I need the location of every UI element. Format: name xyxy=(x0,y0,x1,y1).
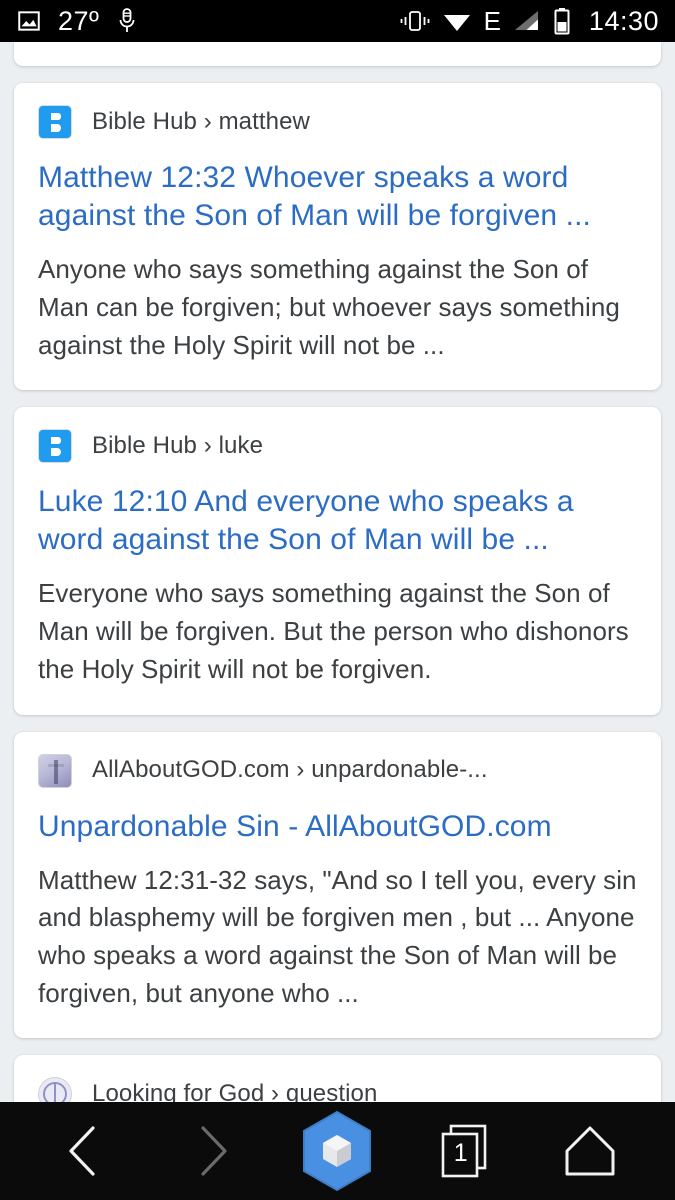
breadcrumb: Bible Hub › matthew xyxy=(92,107,310,135)
result-snippet: Matthew 12:31-32 says, "And so I tell yo… xyxy=(38,864,637,1008)
result-card-partial-top[interactable] xyxy=(14,42,661,66)
result-source-row[interactable]: AllAboutGOD.com › unpardonable-... xyxy=(38,753,637,788)
breadcrumb: Bible Hub › luke xyxy=(92,431,264,459)
edge-network-icon: E xyxy=(483,6,501,36)
result-source-row[interactable]: Looking for God › question xyxy=(38,1077,637,1102)
allaboutgod-favicon xyxy=(38,753,72,788)
phone-screen: 27º E 14:30 Bible Hub › matthew Matthew … xyxy=(0,0,675,1200)
result-card[interactable]: AllAboutGOD.com › unpardonable-... Unpar… xyxy=(14,731,661,1039)
result-card[interactable]: Bible Hub › matthew Matthew 12:32 Whoeve… xyxy=(14,83,661,391)
result-source-row[interactable]: Bible Hub › luke xyxy=(38,429,637,464)
browser-logo[interactable] xyxy=(291,1105,383,1197)
result-card[interactable]: Bible Hub › luke Luke 12:10 And everyone… xyxy=(14,407,661,715)
result-snippet: Everyone who says something against the … xyxy=(38,578,629,684)
result-title-link[interactable]: Unpardonable Sin - AllAboutGOD.com xyxy=(38,808,637,846)
forward-button[interactable] xyxy=(165,1105,257,1197)
result-source-row[interactable]: Bible Hub › matthew xyxy=(38,105,637,139)
result-snippet: Anyone who says something against the So… xyxy=(38,254,620,360)
result-title-link[interactable]: Matthew 12:32 Whoever speaks a word agai… xyxy=(38,159,637,235)
battery-icon xyxy=(553,7,571,35)
breadcrumb: Looking for God › question xyxy=(92,1079,378,1102)
tabs-button[interactable]: 1 xyxy=(418,1105,510,1197)
result-title-link[interactable]: Luke 12:10 And everyone who speaks a wor… xyxy=(38,483,637,559)
result-card-partial-bottom[interactable]: Looking for God › question xyxy=(14,1055,661,1102)
status-bar-right: E 14:30 xyxy=(400,6,659,37)
biblehub-favicon xyxy=(38,429,72,464)
gallery-icon xyxy=(16,8,42,34)
clock-label: 14:30 xyxy=(588,5,659,36)
status-bar: 27º E 14:30 xyxy=(0,0,675,42)
lookingforgod-favicon xyxy=(38,1077,72,1102)
wifi-icon xyxy=(442,9,472,33)
biblehub-favicon xyxy=(38,105,72,139)
status-bar-left: 27º xyxy=(16,7,139,35)
temperature-label: 27º xyxy=(58,5,100,36)
tab-count-label: 1 xyxy=(453,1138,468,1167)
back-button[interactable] xyxy=(39,1105,131,1197)
browser-bottom-nav: 1 xyxy=(0,1102,675,1200)
search-results-scroll-area[interactable]: Bible Hub › matthew Matthew 12:32 Whoeve… xyxy=(0,42,675,1102)
results-list: Bible Hub › matthew Matthew 12:32 Whoeve… xyxy=(0,42,675,1102)
breadcrumb: AllAboutGOD.com › unpardonable-... xyxy=(92,756,488,784)
vibrate-icon xyxy=(400,8,430,34)
microphone-icon xyxy=(115,7,139,35)
signal-icon xyxy=(513,9,541,33)
home-button[interactable] xyxy=(544,1105,636,1197)
